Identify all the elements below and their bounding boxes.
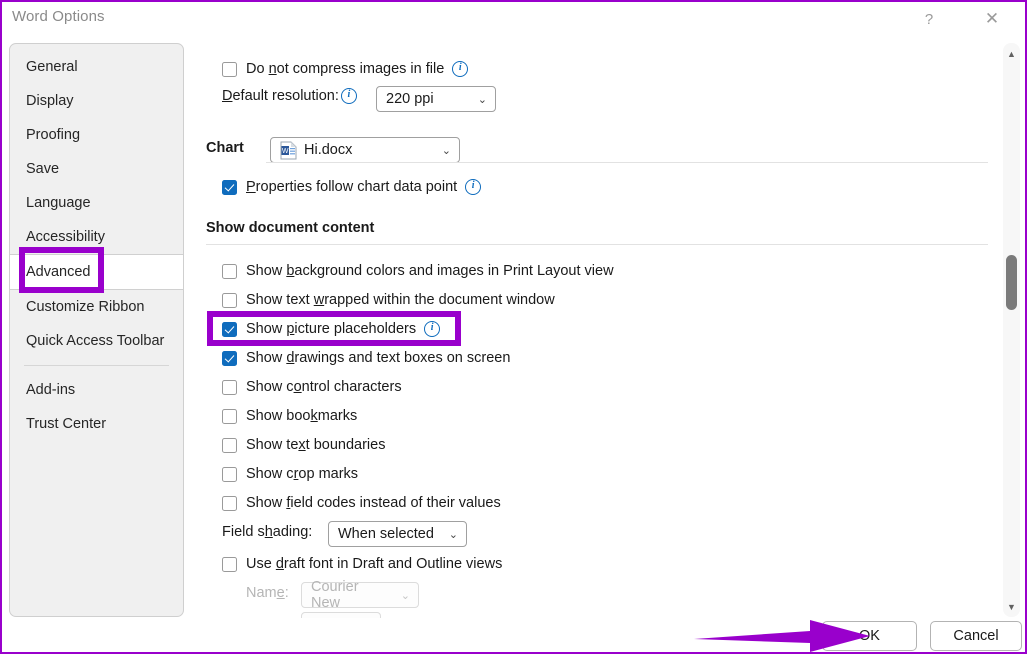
checkbox-show-field-codes[interactable] — [222, 495, 237, 511]
sidebar-item-label: Language — [26, 195, 91, 211]
scroll-down-arrow-icon[interactable]: ▼ — [1003, 598, 1020, 615]
checkbox-label: Show field codes instead of their values — [246, 495, 501, 511]
chevron-down-icon: ⌄ — [477, 93, 487, 106]
default-resolution-value: 220 ppi — [386, 91, 434, 107]
checkbox-show-crop-marks[interactable] — [222, 466, 237, 482]
chart-document-value: Hi.docx — [304, 142, 353, 158]
info-icon[interactable]: i — [424, 321, 441, 337]
checkbox-label: Show picture placeholders — [246, 321, 417, 337]
advanced-options-pane: Discard editing data Do not compress ima… — [198, 30, 998, 618]
draft-font-name-value: Courier New — [311, 579, 359, 611]
checkbox-show-drawings-text-boxes[interactable] — [222, 350, 237, 366]
sidebar-item-label: General — [26, 59, 78, 75]
field-shading-value: When selected — [338, 526, 434, 542]
checkbox-do-not-compress-images[interactable] — [222, 61, 237, 77]
draft-font-name-label: Name: — [246, 585, 289, 601]
sidebar-item-customize-ribbon[interactable]: Customize Ribbon — [10, 290, 183, 324]
draft-font-name-dropdown: Courier New ⌄ — [301, 579, 419, 611]
sidebar-item-label: Display — [26, 93, 74, 109]
checkbox-show-text-wrapped[interactable] — [222, 292, 237, 308]
checkbox-label: Show control characters — [246, 379, 402, 395]
default-resolution-label: Default resolution: — [222, 88, 339, 104]
cancel-button[interactable]: Cancel — [930, 621, 1022, 651]
field-shading-dropdown[interactable]: When selected ⌄ — [328, 521, 467, 547]
scrollbar-thumb[interactable] — [1006, 255, 1017, 310]
info-icon[interactable]: i — [340, 88, 357, 104]
checkbox-label: Show drawings and text boxes on screen — [246, 350, 511, 366]
sidebar-item-quick-access-toolbar[interactable]: Quick Access Toolbar — [10, 324, 183, 358]
option-use-draft-font[interactable]: Use draft font in Draft and Outline view… — [222, 553, 502, 575]
sidebar-item-display[interactable]: Display — [10, 84, 183, 118]
word-document-icon: W — [280, 141, 297, 159]
sidebar-item-label: Advanced — [26, 264, 91, 280]
scroll-up-arrow-icon[interactable]: ▲ — [1003, 45, 1020, 62]
option-show-control-characters[interactable]: Show control characters — [222, 376, 402, 398]
checkbox-label: Use draft font in Draft and Outline view… — [246, 556, 503, 572]
sidebar-item-label: Quick Access Toolbar — [26, 333, 165, 349]
chevron-down-icon: ⌄ — [441, 144, 451, 157]
checkbox-label: Do not compress images in file — [246, 61, 445, 77]
checkbox-label: Show crop marks — [246, 466, 359, 482]
checkbox-label: Show bookmarks — [246, 408, 358, 424]
info-icon[interactable]: i — [452, 61, 469, 77]
sidebar-item-label: Save — [26, 161, 60, 177]
options-sidebar: General Display Proofing Save Language A… — [9, 43, 184, 617]
option-show-drawings-text-boxes[interactable]: Show drawings and text boxes on screen — [222, 347, 510, 369]
sidebar-item-trust-center[interactable]: Trust Center — [10, 407, 183, 441]
section-heading-show-document-content: Show document content — [206, 220, 375, 236]
default-resolution-dropdown[interactable]: 220 ppi ⌄ — [376, 86, 496, 112]
chart-group-label: Chart — [206, 140, 244, 156]
checkbox-use-draft-font[interactable] — [222, 556, 237, 572]
sidebar-item-label: Accessibility — [26, 229, 105, 245]
checkbox-show-control-characters[interactable] — [222, 379, 237, 395]
option-show-picture-placeholders[interactable]: Show picture placeholders i — [222, 318, 441, 340]
sidebar-item-accessibility[interactable]: Accessibility — [10, 220, 183, 254]
sidebar-item-label: Trust Center — [26, 416, 107, 432]
info-icon[interactable]: i — [465, 179, 482, 195]
checkbox-label: Show background colors and images in Pri… — [246, 263, 614, 279]
section-rule — [206, 244, 988, 245]
sidebar-item-language[interactable]: Language — [10, 186, 183, 220]
sidebar-item-add-ins[interactable]: Add-ins — [10, 373, 183, 407]
option-properties-follow-chart-data-point[interactable]: Properties follow chart data point i — [222, 176, 482, 198]
option-show-text-boundaries[interactable]: Show text boundaries — [222, 434, 385, 456]
sidebar-item-general[interactable]: General — [10, 50, 183, 84]
option-show-crop-marks[interactable]: Show crop marks — [222, 463, 358, 485]
option-show-bookmarks[interactable]: Show bookmarks — [222, 405, 357, 427]
checkbox-label: Properties follow chart data point — [246, 179, 458, 195]
chart-group-rule — [266, 162, 988, 163]
checkbox-properties-follow-chart-data-point[interactable] — [222, 179, 237, 195]
sidebar-item-advanced[interactable]: Advanced — [10, 254, 183, 290]
content-scrollbar[interactable]: ▲ ▼ — [1003, 43, 1020, 617]
sidebar-item-label: Add-ins — [26, 382, 76, 398]
checkbox-label: Show text boundaries — [246, 437, 386, 453]
sidebar-item-save[interactable]: Save — [10, 152, 183, 186]
sidebar-item-proofing[interactable]: Proofing — [10, 118, 183, 152]
checkbox-show-picture-placeholders[interactable] — [222, 321, 237, 337]
sidebar-item-label: Customize Ribbon — [26, 299, 145, 315]
window-title: Word Options — [12, 8, 105, 25]
ok-button[interactable]: OK — [822, 621, 917, 651]
sidebar-separator — [24, 365, 169, 366]
svg-text:W: W — [282, 148, 289, 155]
checkbox-show-background-colors[interactable] — [222, 263, 237, 279]
word-options-dialog: Word Options ? ✕ General Display Proofin… — [0, 0, 1027, 654]
option-show-field-codes[interactable]: Show field codes instead of their values — [222, 492, 501, 514]
default-resolution-row: Default resolution: i — [222, 88, 357, 104]
field-shading-label: Field shading: — [222, 524, 313, 540]
option-show-text-wrapped[interactable]: Show text wrapped within the document wi… — [222, 289, 555, 311]
sidebar-item-label: Proofing — [26, 127, 81, 143]
chart-document-dropdown[interactable]: W Hi.docx ⌄ — [270, 137, 460, 163]
option-show-background-colors[interactable]: Show background colors and images in Pri… — [222, 260, 614, 282]
chevron-down-icon: ⌄ — [400, 589, 410, 602]
chevron-down-icon: ⌄ — [448, 528, 458, 541]
option-do-not-compress-images[interactable]: Do not compress images in file i — [222, 58, 469, 80]
draft-font-size-dropdown — [301, 612, 381, 618]
checkbox-show-bookmarks[interactable] — [222, 408, 237, 424]
checkbox-label: Show text wrapped within the document wi… — [246, 292, 555, 308]
checkbox-show-text-boundaries[interactable] — [222, 437, 237, 453]
